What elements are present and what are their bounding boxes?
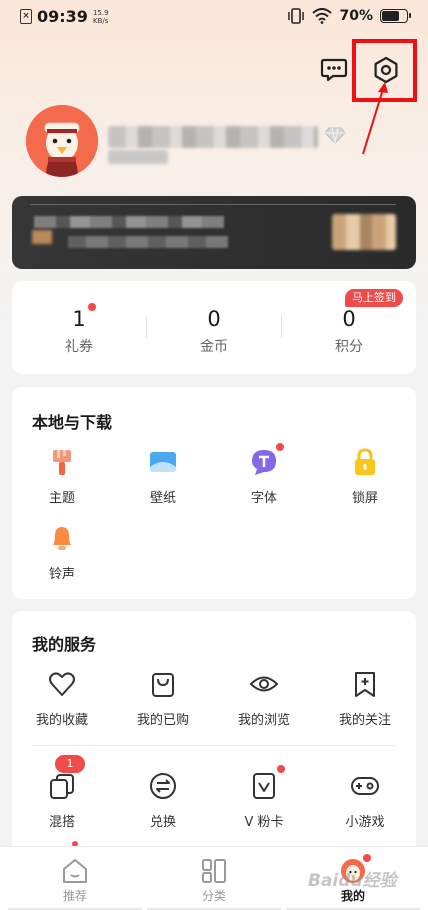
bookmark-plus-icon bbox=[348, 667, 382, 701]
service-favorites[interactable]: 我的收藏 bbox=[12, 667, 112, 728]
stat-gold[interactable]: 0 金币 bbox=[147, 281, 281, 374]
clock: 09:39 bbox=[37, 7, 88, 26]
grid-label: 兑换 bbox=[149, 815, 176, 830]
stat-gold-label: 金币 bbox=[200, 339, 228, 355]
duck-avatar-icon bbox=[26, 105, 98, 177]
grid-item-lockscreen[interactable]: 锁屏 bbox=[315, 445, 415, 506]
nav-label: 分类 bbox=[201, 889, 226, 903]
status-left: × 09:39 15.9 KB/s bbox=[20, 7, 109, 26]
grid-item-wallpaper[interactable]: 壁纸 bbox=[113, 445, 213, 506]
service-minigames[interactable]: 小游戏 bbox=[315, 769, 415, 830]
stat-points-value: 0 bbox=[342, 307, 356, 331]
coupons-dot bbox=[88, 303, 96, 311]
services-title: 我的服务 bbox=[32, 635, 97, 654]
diamond-icon[interactable] bbox=[324, 126, 346, 144]
grid-label: 我的收藏 bbox=[35, 713, 88, 728]
grid-label: 我的浏览 bbox=[237, 713, 290, 728]
vcard-icon bbox=[247, 765, 285, 803]
local-downloads-card: 本地与下载 主题 壁纸 字体 锁屏 铃声 bbox=[12, 387, 416, 599]
nav-item-recommend[interactable]: 推荐 bbox=[4, 847, 146, 910]
stat-coupons[interactable]: 1 礼券 bbox=[12, 281, 146, 374]
brush-icon bbox=[45, 445, 79, 479]
nav-label: 推荐 bbox=[62, 889, 87, 903]
message-icon bbox=[320, 58, 348, 82]
bell-icon bbox=[45, 521, 79, 555]
no-sim-icon: × bbox=[20, 9, 32, 24]
category-icon bbox=[199, 857, 229, 885]
grid-item-ringtone[interactable]: 铃声 bbox=[12, 521, 112, 582]
network-speed-value: 15.9 bbox=[92, 8, 109, 17]
grid-item-theme[interactable]: 主题 bbox=[12, 445, 112, 506]
watermark: Baidu经验 bbox=[308, 871, 397, 891]
grid-label: 字体 bbox=[250, 491, 277, 506]
network-speed: 15.9 KB/s bbox=[93, 9, 109, 25]
grid-label: 锁屏 bbox=[351, 491, 378, 506]
copy-icon: 1 bbox=[45, 755, 85, 803]
userid-redacted bbox=[108, 150, 168, 164]
grid-label: 小游戏 bbox=[345, 815, 385, 830]
grid-label: 我的关注 bbox=[338, 713, 391, 728]
username-redacted bbox=[108, 126, 318, 148]
battery-fill bbox=[382, 11, 399, 21]
services-divider bbox=[32, 745, 396, 746]
service-following[interactable]: 我的关注 bbox=[315, 667, 415, 728]
service-redeem[interactable]: 兑换 bbox=[113, 769, 213, 830]
stat-gold-value: 0 bbox=[207, 307, 221, 331]
vip-title-redacted bbox=[34, 216, 224, 228]
grid-label: 混搭 bbox=[48, 815, 75, 830]
vip-subtitle-redacted bbox=[68, 236, 228, 248]
battery-percent: 70% bbox=[339, 8, 373, 24]
my-services-card: 我的服务 我的收藏 我的已购 我的浏览 我的关注 1 混搭 兑换 V 粉卡 小游… bbox=[12, 611, 416, 871]
vip-card[interactable] bbox=[12, 196, 416, 269]
nav-item-category[interactable]: 分类 bbox=[143, 847, 285, 910]
mine-dot bbox=[363, 854, 371, 862]
local-title: 本地与下载 bbox=[32, 413, 113, 432]
service-history[interactable]: 我的浏览 bbox=[214, 667, 314, 728]
bag-icon bbox=[146, 667, 180, 701]
font-icon bbox=[247, 443, 284, 479]
home-icon bbox=[60, 857, 90, 885]
vcard-dot bbox=[277, 765, 285, 773]
grid-label: V 粉卡 bbox=[244, 815, 284, 830]
mix-badge: 1 bbox=[55, 755, 85, 773]
network-speed-unit: KB/s bbox=[93, 16, 109, 25]
vibrate-icon bbox=[288, 8, 305, 24]
stat-coupons-label: 礼券 bbox=[65, 339, 93, 355]
annotation-arrow bbox=[362, 82, 388, 155]
grid-label: 铃声 bbox=[48, 567, 75, 582]
vip-icon-redacted bbox=[32, 230, 52, 244]
lock-icon bbox=[348, 445, 382, 479]
battery-icon bbox=[380, 9, 411, 23]
service-vcard[interactable]: V 粉卡 bbox=[214, 765, 314, 830]
gamepad-icon bbox=[348, 769, 382, 803]
heart-icon bbox=[45, 667, 79, 701]
stat-coupons-value: 1 bbox=[72, 307, 86, 331]
stat-points-label: 积分 bbox=[335, 339, 363, 355]
grid-item-font[interactable]: 字体 bbox=[214, 443, 314, 506]
service-purchased[interactable]: 我的已购 bbox=[113, 667, 213, 728]
eye-icon bbox=[247, 667, 281, 701]
wallpaper-icon bbox=[146, 445, 180, 479]
service-mix[interactable]: 1 混搭 bbox=[12, 755, 112, 830]
status-right: 70% bbox=[287, 8, 411, 24]
wifi-icon bbox=[312, 8, 333, 24]
vip-card-line bbox=[30, 204, 396, 205]
grid-label: 我的已购 bbox=[136, 713, 189, 728]
vip-action-redacted bbox=[332, 214, 396, 250]
exchange-icon bbox=[146, 769, 180, 803]
status-bar: × 09:39 15.9 KB/s 70% bbox=[0, 0, 428, 34]
signin-badge[interactable]: 马上签到 bbox=[345, 289, 403, 307]
grid-label: 壁纸 bbox=[149, 491, 176, 506]
font-dot bbox=[276, 443, 284, 451]
grid-label: 主题 bbox=[48, 491, 75, 506]
message-button[interactable] bbox=[318, 53, 350, 85]
avatar[interactable] bbox=[26, 105, 98, 177]
